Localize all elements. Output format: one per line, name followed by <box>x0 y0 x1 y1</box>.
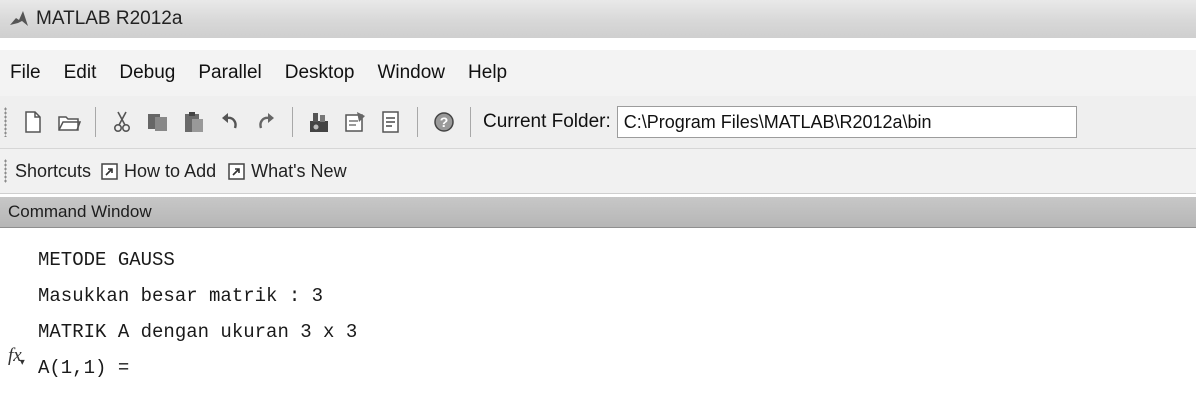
matlab-logo-icon <box>10 11 28 26</box>
menu-window[interactable]: Window <box>375 59 447 87</box>
undo-button[interactable] <box>217 109 243 135</box>
current-folder-input[interactable] <box>616 106 1077 138</box>
menu-file[interactable]: File <box>8 59 43 87</box>
command-line: Masukkan besar matrik : 3 <box>38 285 324 307</box>
shortcut-label: What's New <box>251 160 347 181</box>
command-line: METODE GAUSS <box>38 249 175 271</box>
shortcuts-bar: Shortcuts How to Add What's New <box>0 149 1196 194</box>
toolbar-separator <box>417 107 418 137</box>
current-folder-label: Current Folder: <box>483 111 611 132</box>
menu-debug[interactable]: Debug <box>117 59 177 87</box>
open-folder-button[interactable] <box>56 109 82 135</box>
shortcut-label: How to Add <box>124 160 217 181</box>
command-window-header: Command Window <box>0 197 1196 228</box>
new-file-button[interactable] <box>20 109 46 135</box>
shortcut-link-icon <box>101 162 118 180</box>
help-button[interactable]: ? <box>431 109 457 135</box>
guide-button[interactable] <box>342 109 368 135</box>
toolbar-separator <box>470 107 471 137</box>
open-folder-icon <box>58 116 81 131</box>
undo-icon <box>222 113 237 129</box>
cut-button[interactable] <box>109 109 135 135</box>
redo-icon <box>259 113 274 129</box>
toolbar-separator <box>292 107 293 137</box>
profiler-icon <box>382 111 399 133</box>
menu-help[interactable]: Help <box>466 59 509 87</box>
help-icon: ? <box>434 112 454 132</box>
new-file-icon <box>25 111 41 133</box>
fx-function-browser-icon[interactable]: fx▾ <box>8 345 25 368</box>
shortcut-how-to-add[interactable]: How to Add <box>101 161 216 182</box>
profiler-button[interactable] <box>378 109 404 135</box>
copy-button[interactable] <box>145 109 171 135</box>
cut-icon <box>113 111 131 133</box>
paste-icon <box>185 112 203 132</box>
toolbar: ? Current Folder: <box>0 96 1196 149</box>
menu-desktop[interactable]: Desktop <box>283 59 357 87</box>
command-window-title: Command Window <box>8 202 152 221</box>
simulink-icon <box>310 113 328 132</box>
guide-icon <box>345 112 365 132</box>
title-bar: MATLAB R2012a <box>0 0 1196 38</box>
menu-parallel[interactable]: Parallel <box>196 59 263 87</box>
command-output: METODE GAUSS Masukkan besar matrik : 3 M… <box>38 242 357 386</box>
shortcuts-label: Shortcuts <box>15 160 92 181</box>
svg-text:?: ? <box>440 114 449 130</box>
simulink-button[interactable] <box>306 109 332 135</box>
command-window[interactable]: METODE GAUSS Masukkan besar matrik : 3 M… <box>0 228 1196 405</box>
toolbar-separator <box>95 107 96 137</box>
paste-button[interactable] <box>181 109 207 135</box>
toolbar-grip[interactable] <box>4 107 7 137</box>
command-prompt-line[interactable]: A(1,1) = <box>38 350 357 386</box>
shortcuts-grip[interactable] <box>4 159 7 183</box>
window-title: MATLAB R2012a <box>36 8 183 29</box>
shortcut-whats-new[interactable]: What's New <box>228 160 347 182</box>
copy-icon <box>148 114 167 131</box>
redo-button[interactable] <box>253 109 279 135</box>
command-line: MATRIK A dengan ukuran 3 x 3 <box>38 321 358 343</box>
menu-edit[interactable]: Edit <box>62 59 99 87</box>
menu-bar: File Edit Debug Parallel Desktop Window … <box>0 50 1196 96</box>
shortcut-link-icon <box>228 162 245 180</box>
